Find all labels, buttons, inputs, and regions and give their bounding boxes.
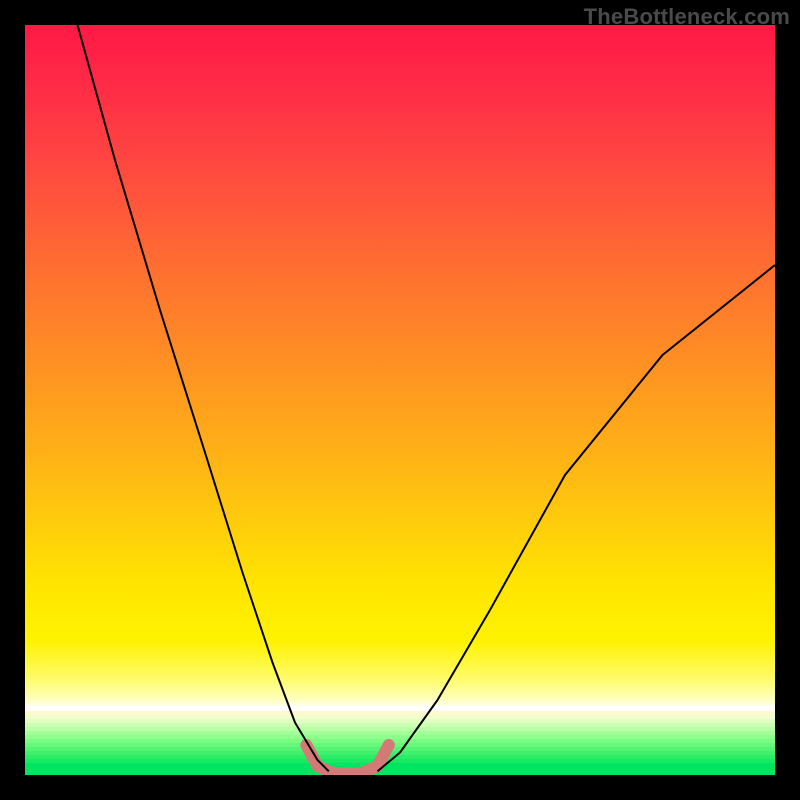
chart-frame: TheBottleneck.com (0, 0, 800, 800)
series-trough-highlight (306, 745, 389, 774)
series-right-curve (378, 265, 776, 771)
curves-svg (25, 25, 775, 775)
plot-area (25, 25, 775, 775)
series-left-curve (78, 25, 329, 771)
watermark-text: TheBottleneck.com (584, 4, 790, 30)
